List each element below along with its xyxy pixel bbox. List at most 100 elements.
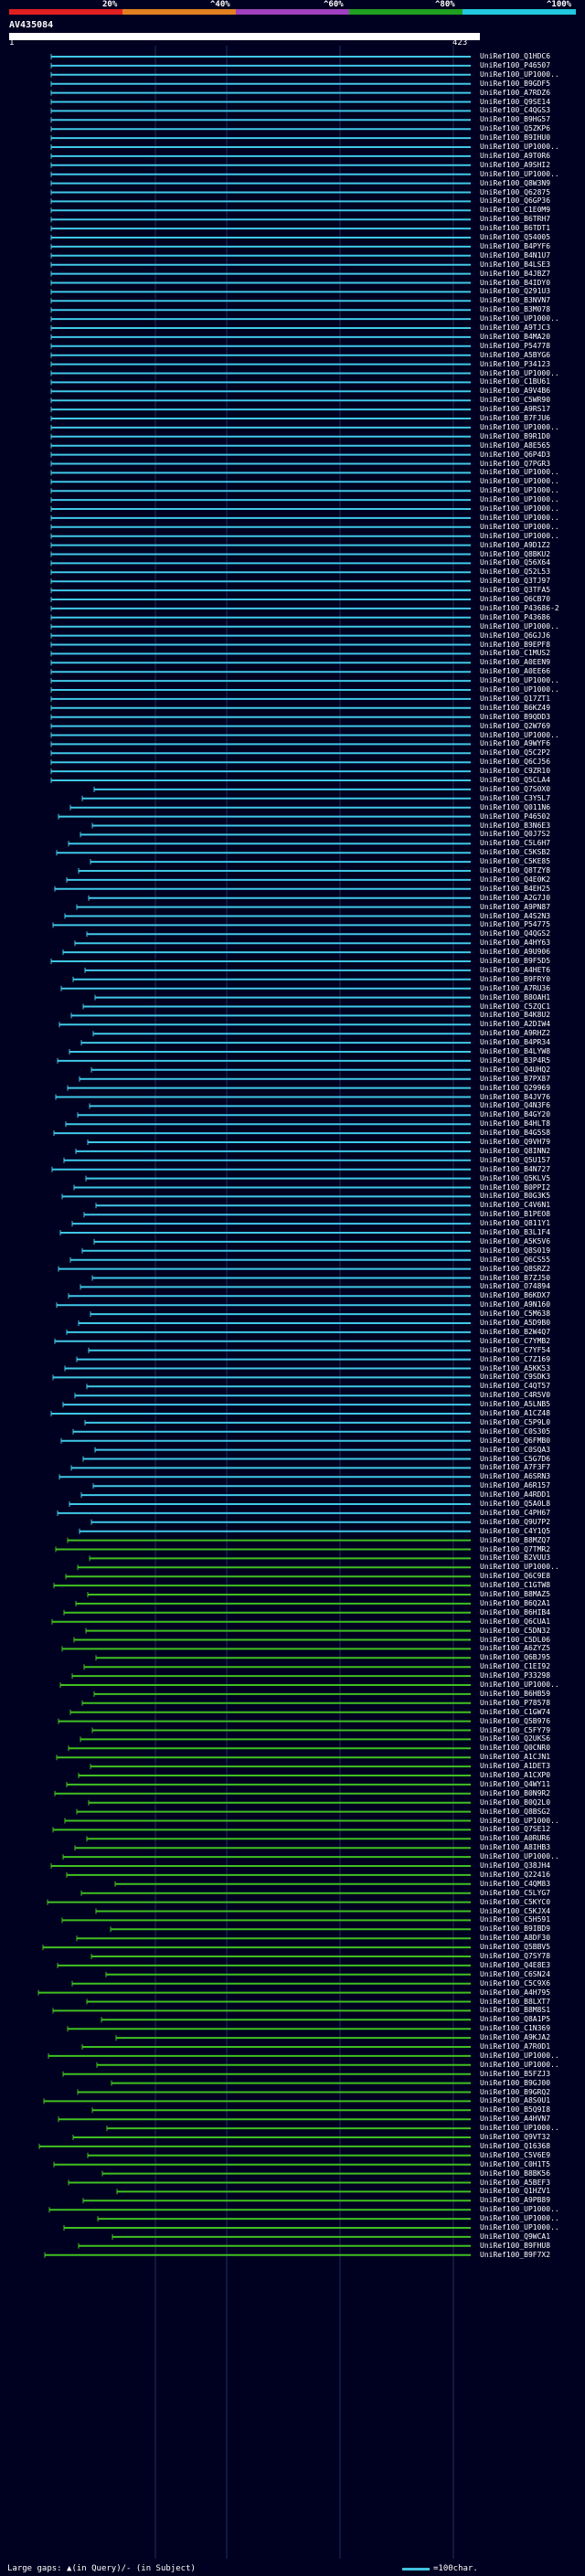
hit-label[interactable]: UniRef100_UP1000.. xyxy=(480,369,559,377)
hit-label[interactable]: UniRef100_B6Q2A1 xyxy=(480,1599,550,1607)
hit-label[interactable]: UniRef100_B4LSE3 xyxy=(480,260,550,269)
hit-label[interactable]: UniRef100_Q8SRZ2 xyxy=(480,1265,550,1273)
hit-label[interactable]: UniRef100_UP1000.. xyxy=(480,170,559,178)
hit-label[interactable]: UniRef100_A7R0D1 xyxy=(480,2043,550,2051)
hit-label[interactable]: UniRef100_UP1000.. xyxy=(480,70,559,79)
hit-label[interactable]: UniRef100_B9QDD3 xyxy=(480,713,550,721)
hit-label[interactable]: UniRef100_A5K5V6 xyxy=(480,1237,550,1246)
hit-label[interactable]: UniRef100_A9U906 xyxy=(480,949,550,956)
hit-label[interactable]: UniRef100_UP1000.. xyxy=(480,1853,559,1860)
hit-label[interactable]: UniRef100_UP1000.. xyxy=(480,523,559,531)
hit-label[interactable]: UniRef100_UP1000.. xyxy=(480,505,559,513)
hit-label[interactable]: UniRef100_A4RDD1 xyxy=(480,1491,550,1499)
hit-label[interactable]: UniRef100_Q16368 xyxy=(480,2142,550,2150)
hit-label[interactable]: UniRef100_Q62875 xyxy=(480,188,550,196)
hit-label[interactable]: UniRef100_Q7S0X0 xyxy=(480,785,550,793)
hit-label[interactable]: UniRef100_B9GDF5 xyxy=(480,80,550,88)
hit-label[interactable]: UniRef100_C1N369 xyxy=(480,2025,550,2032)
hit-label[interactable]: UniRef100_Q9VH79 xyxy=(480,1139,550,1146)
hit-label[interactable]: UniRef100_C5C9X6 xyxy=(480,1979,550,1988)
hit-label[interactable]: UniRef100_UP1000.. xyxy=(480,2051,559,2060)
hit-label[interactable]: UniRef100_B6KDX7 xyxy=(480,1292,550,1299)
hit-label[interactable]: UniRef100_B6HIB4 xyxy=(480,1608,550,1617)
hit-label[interactable]: UniRef100_B9EPF8 xyxy=(480,641,550,649)
hit-label[interactable]: UniRef100_B6KZ49 xyxy=(480,704,550,712)
hit-label[interactable]: UniRef100_B4N1U7 xyxy=(480,251,550,260)
hit-label[interactable]: UniRef100_B2VUU3 xyxy=(480,1554,550,1562)
hit-label[interactable]: UniRef100_B8LXT7 xyxy=(480,1998,550,2006)
hit-label[interactable]: UniRef100_A4HVN7 xyxy=(480,2115,550,2123)
hit-label[interactable]: UniRef100_B9R1D0 xyxy=(480,432,550,440)
hit-label[interactable]: UniRef100_A5D9B0 xyxy=(480,1320,550,1327)
hit-label[interactable]: UniRef100_A6SRN3 xyxy=(480,1473,550,1480)
hit-label[interactable]: UniRef100_A9PB89 xyxy=(480,2197,550,2204)
hit-label[interactable]: UniRef100_C4Y1Q5 xyxy=(480,1527,550,1535)
hit-label[interactable]: UniRef100_B4GY20 xyxy=(480,1111,550,1118)
hit-label[interactable]: UniRef100_Q1HZV1 xyxy=(480,2188,550,2195)
hit-label[interactable]: UniRef100_C7Z169 xyxy=(480,1355,550,1363)
hit-label[interactable]: UniRef100_A2G7J0 xyxy=(480,894,550,902)
hit-label[interactable]: UniRef100_B8BK56 xyxy=(480,2169,550,2178)
hit-label[interactable]: UniRef100_B7ZJ50 xyxy=(480,1274,550,1282)
hit-label[interactable]: UniRef100_UP1000.. xyxy=(480,1564,559,1571)
hit-label[interactable]: UniRef100_C1GTW8 xyxy=(480,1582,550,1589)
hit-label[interactable]: UniRef100_Q9U7P2 xyxy=(480,1518,550,1526)
hit-label[interactable]: UniRef100_C6SN24 xyxy=(480,1970,550,1978)
hit-label[interactable]: UniRef100_C0SQA3 xyxy=(480,1446,550,1454)
hit-label[interactable]: UniRef100_Q0J7S2 xyxy=(480,831,550,838)
hit-label[interactable]: UniRef100_Q5CLA4 xyxy=(480,777,550,784)
hit-label[interactable]: UniRef100_B4K8U2 xyxy=(480,1012,550,1019)
hit-label[interactable]: UniRef100_A9TJC3 xyxy=(480,324,550,332)
hit-label[interactable]: UniRef100_UP1000.. xyxy=(480,2061,559,2069)
hit-label[interactable]: UniRef100_Q6CUA1 xyxy=(480,1617,550,1626)
hit-label[interactable]: UniRef100_UP1000.. xyxy=(480,143,559,151)
hit-label[interactable]: UniRef100_A0RUR6 xyxy=(480,1835,550,1842)
hit-label[interactable]: UniRef100_C5KE85 xyxy=(480,858,550,865)
hit-label[interactable]: UniRef100_Q3TJ97 xyxy=(480,578,550,585)
hit-label[interactable]: UniRef100_A7RU36 xyxy=(480,984,550,992)
hit-label[interactable]: UniRef100_B9FRY0 xyxy=(480,975,550,983)
hit-label[interactable]: UniRef100_B0G3K5 xyxy=(480,1193,550,1200)
hit-label[interactable]: UniRef100_C5FY79 xyxy=(480,1726,550,1734)
hit-label[interactable]: UniRef100_B7FJU6 xyxy=(480,415,550,422)
hit-label[interactable]: UniRef100_Q5U157 xyxy=(480,1156,550,1164)
hit-label[interactable]: UniRef100_B7PX87 xyxy=(480,1075,550,1083)
hit-label[interactable]: UniRef100_Q6BJ95 xyxy=(480,1654,550,1661)
hit-label[interactable]: UniRef100_Q52L53 xyxy=(480,568,550,576)
hit-label[interactable]: UniRef100_B8M8S1 xyxy=(480,2007,550,2014)
hit-label[interactable]: UniRef100_B8MAZ5 xyxy=(480,1591,550,1598)
hit-label[interactable]: UniRef100_Q3TFA5 xyxy=(480,587,550,594)
hit-label[interactable]: UniRef100_Q5C2P2 xyxy=(480,749,550,757)
hit-label[interactable]: UniRef100_UP1000.. xyxy=(480,622,559,631)
hit-label[interactable]: UniRef100_B4PYF6 xyxy=(480,242,550,250)
hit-label[interactable]: UniRef100_A9KJA2 xyxy=(480,2034,550,2041)
hit-label[interactable]: UniRef100_Q4QGS2 xyxy=(480,930,550,938)
hit-label[interactable]: UniRef100_C7YF54 xyxy=(480,1346,550,1354)
hit-label[interactable]: UniRef100_Q8W3N9 xyxy=(480,179,550,187)
hit-label[interactable]: UniRef100_Q6CS55 xyxy=(480,1256,550,1264)
hit-label[interactable]: UniRef100_A9SHI2 xyxy=(480,161,550,169)
hit-label[interactable]: UniRef100_UP1000.. xyxy=(480,731,559,739)
hit-label[interactable]: UniRef100_B0PPI2 xyxy=(480,1183,550,1192)
hit-label[interactable]: UniRef100_B8OAH1 xyxy=(480,993,550,1002)
hit-label[interactable]: UniRef100_UP1000.. xyxy=(480,423,559,431)
hit-label[interactable]: UniRef100_B5FZJ3 xyxy=(480,2070,550,2078)
hit-label[interactable]: UniRef100_UP1000.. xyxy=(480,315,559,323)
hit-label[interactable]: UniRef100_A9V4B6 xyxy=(480,387,550,395)
hit-label[interactable]: UniRef100_A7F3F7 xyxy=(480,1464,550,1471)
hit-label[interactable]: UniRef100_A9WYF6 xyxy=(480,740,550,747)
hit-label[interactable]: UniRef100_UP1000.. xyxy=(480,1681,559,1689)
hit-label[interactable]: UniRef100_C5P9L0 xyxy=(480,1418,550,1426)
hit-label[interactable]: UniRef100_B4LYW8 xyxy=(480,1048,550,1055)
hit-label[interactable]: UniRef100_C5H591 xyxy=(480,1916,550,1924)
hit-label[interactable]: UniRef100_C1BU61 xyxy=(480,378,550,386)
hit-label[interactable]: UniRef100_Q4E8E3 xyxy=(480,1961,550,1969)
hit-label[interactable]: UniRef100_Q6GJJ6 xyxy=(480,631,550,640)
hit-label[interactable]: UniRef100_Q5A0L8 xyxy=(480,1500,550,1508)
hit-label[interactable]: UniRef100_A1DET3 xyxy=(480,1763,550,1770)
hit-label[interactable]: UniRef100_P33298 xyxy=(480,1672,550,1680)
hit-label[interactable]: UniRef100_A9N160 xyxy=(480,1301,550,1309)
hit-label[interactable]: UniRef100_A9D1Z2 xyxy=(480,541,550,549)
hit-label[interactable]: UniRef100_C5KJX4 xyxy=(480,1907,550,1915)
hit-label[interactable]: UniRef100_B4PR34 xyxy=(480,1039,550,1046)
